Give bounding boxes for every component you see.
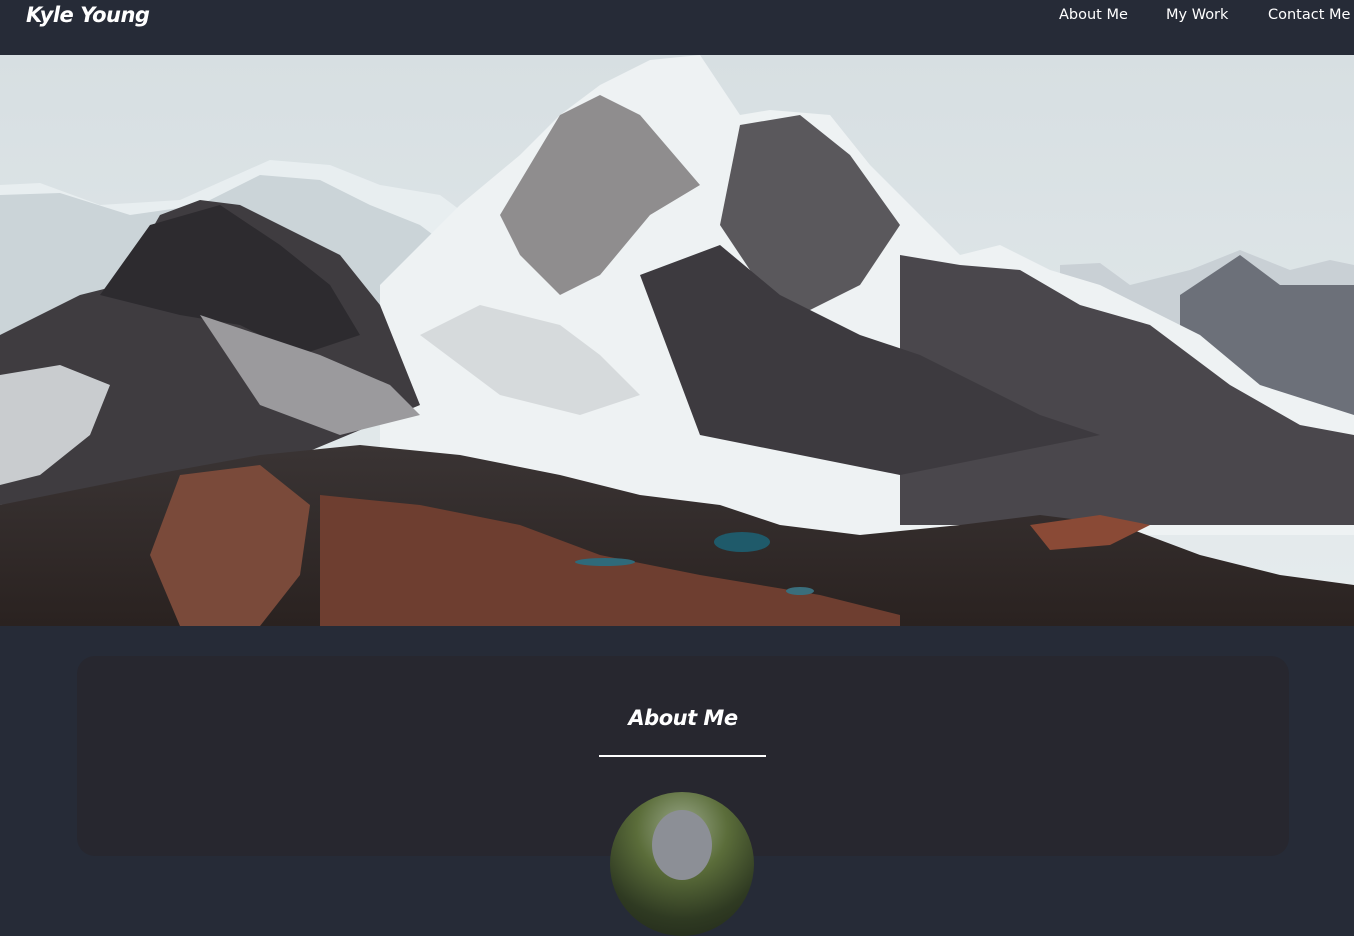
nav-link-about-me[interactable]: About Me xyxy=(1059,7,1128,23)
brand-logo[interactable]: Kyle Young xyxy=(26,3,150,27)
avatar xyxy=(610,792,754,936)
nav-link-contact-me[interactable]: Contact Me xyxy=(1268,7,1350,23)
hero-mountain-image xyxy=(0,55,1354,626)
nav-link-my-work[interactable]: My Work xyxy=(1166,7,1228,23)
section-title: About Me xyxy=(628,706,738,730)
about-me-section: About Me xyxy=(77,656,1289,936)
title-underline xyxy=(599,755,766,757)
avatar-photo xyxy=(652,810,712,880)
hero-banner xyxy=(0,55,1354,626)
navbar: Kyle Young About Me My Work Contact Me xyxy=(0,0,1354,55)
